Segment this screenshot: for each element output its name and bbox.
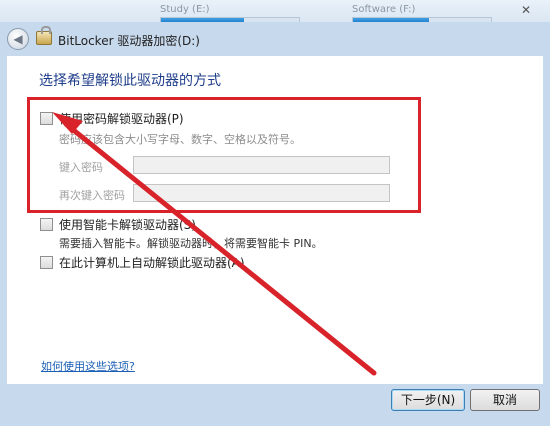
annotation-arrow-shaft [63, 121, 377, 376]
annotation-arrow [52, 112, 377, 376]
annotation-arrow-head [52, 112, 83, 134]
